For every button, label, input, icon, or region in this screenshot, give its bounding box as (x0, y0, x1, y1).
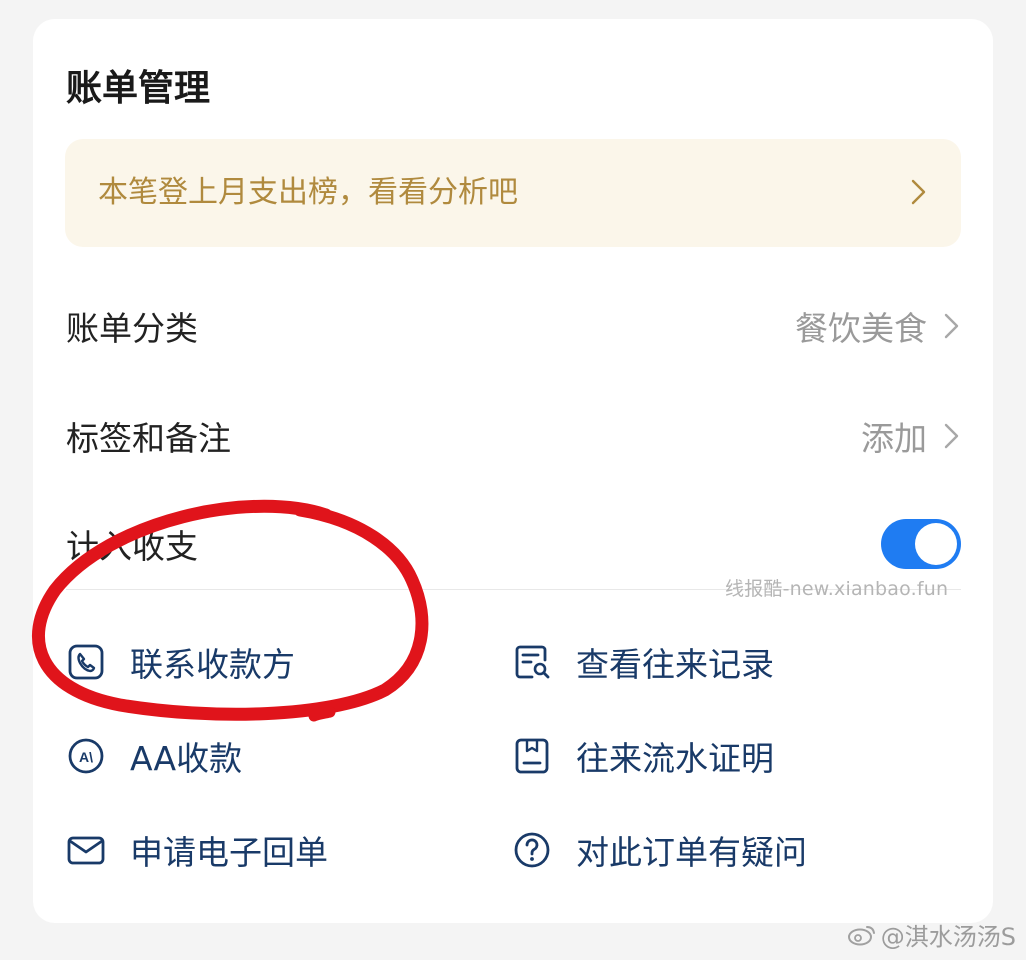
question-icon (514, 832, 550, 868)
row-label-bill-category: 账单分类 (66, 309, 198, 348)
transaction-proof-button[interactable]: 往来流水证明 (512, 726, 774, 786)
row-value-bill-category: 餐饮美食 (795, 309, 927, 348)
phone-icon (68, 644, 104, 680)
weibo-watermark: @淇水汤汤S (847, 917, 1016, 952)
weibo-handle: @淇水汤汤S (880, 923, 1016, 951)
toggle-knob (915, 523, 957, 565)
chevron-right-icon (911, 179, 926, 205)
contact-payee-button[interactable]: 联系收款方 (66, 632, 295, 692)
action-label: 申请电子回单 (130, 833, 328, 872)
aa-icon: A\ (68, 738, 104, 774)
document-icon (515, 738, 549, 774)
chevron-right-icon (944, 313, 959, 339)
action-label: AA收款 (130, 739, 243, 778)
row-value-tags-notes: 添加 (861, 419, 927, 458)
chevron-right-icon (944, 423, 959, 449)
request-receipt-button[interactable]: 申请电子回单 (66, 820, 328, 880)
row-tags-notes[interactable]: 标签和备注 添加 (66, 386, 961, 486)
action-label: 对此订单有疑问 (576, 833, 807, 872)
action-label: 查看往来记录 (576, 645, 774, 684)
row-bill-category[interactable]: 账单分类 餐饮美食 (66, 276, 961, 376)
row-label-include-in-budget: 计入收支 (66, 527, 198, 566)
row-label-tags-notes: 标签和备注 (66, 419, 231, 458)
svg-text:A\: A\ (79, 749, 93, 765)
spending-analysis-banner[interactable]: 本笔登上月支出榜，看看分析吧 (65, 139, 961, 247)
action-label: 联系收款方 (130, 645, 295, 684)
view-transactions-button[interactable]: 查看往来记录 (512, 632, 774, 692)
order-question-button[interactable]: 对此订单有疑问 (512, 820, 807, 880)
card-title: 账单管理 (66, 68, 211, 109)
bill-management-card: 账单管理 本笔登上月支出榜，看看分析吧 账单分类 餐饮美食 标签和备注 添加 计… (33, 19, 993, 923)
weibo-icon (847, 925, 875, 945)
site-watermark: 线报酷-new.xianbao.fun (725, 578, 949, 600)
action-label: 往来流水证明 (576, 739, 774, 778)
banner-text: 本笔登上月支出榜，看看分析吧 (98, 175, 518, 210)
include-in-budget-toggle[interactable] (881, 519, 961, 569)
aa-payment-button[interactable]: A\ AA收款 (66, 726, 242, 786)
record-search-icon (515, 645, 550, 679)
envelope-icon (67, 836, 105, 865)
